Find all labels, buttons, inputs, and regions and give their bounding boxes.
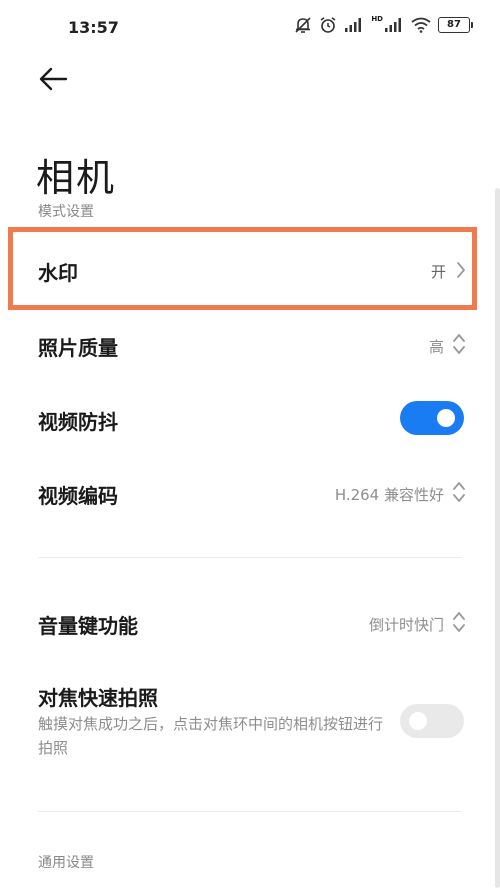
divider [38, 557, 462, 558]
signal-hd-icon [384, 17, 404, 33]
wifi-icon [411, 17, 431, 33]
stabilization-label: 视频防抖 [38, 410, 118, 434]
watermark-row[interactable]: 水印 开 [0, 232, 500, 306]
mute-bell-icon [294, 16, 312, 34]
chevron-updown-icon [452, 610, 466, 638]
volume-key-value: 倒计时快门 [368, 616, 444, 634]
section-title-general: 通用设置 [38, 855, 94, 871]
status-time: 13:57 [68, 18, 119, 37]
toggle-knob [437, 409, 455, 427]
toggle-knob [409, 712, 427, 730]
chevron-right-icon [456, 261, 466, 283]
status-bar: 13:57 HD 87 [0, 0, 500, 56]
volume-key-label: 音量键功能 [38, 614, 138, 638]
focus-shoot-row: 对焦快速拍照 触摸对焦成功之后，点击对焦环中间的相机按钮进行拍照 [0, 672, 500, 772]
focus-shoot-toggle[interactable] [400, 704, 464, 738]
divider [38, 811, 462, 812]
video-codec-row[interactable]: 视频编码 H.264 兼容性好 [0, 458, 500, 528]
page-title: 相机 [36, 156, 117, 201]
video-codec-value: H.264 兼容性好 [334, 486, 444, 504]
photo-quality-value: 高 [428, 338, 444, 356]
stabilization-toggle[interactable] [400, 401, 464, 435]
stabilization-row: 视频防抖 [0, 384, 500, 454]
status-icons: HD 87 [294, 15, 473, 34]
focus-shoot-label: 对焦快速拍照 [38, 686, 158, 710]
photo-quality-row[interactable]: 照片质量 高 [0, 310, 500, 380]
signal-icon [344, 17, 364, 33]
chevron-updown-icon [452, 480, 466, 508]
video-codec-label: 视频编码 [38, 484, 118, 508]
back-button[interactable] [34, 60, 74, 100]
battery-icon: 87 [438, 17, 473, 33]
section-title-mode: 模式设置 [38, 204, 94, 220]
chevron-updown-icon [452, 332, 466, 360]
hd-badge: HD [371, 15, 383, 23]
arrow-left-icon [39, 67, 68, 91]
alarm-clock-icon [319, 16, 337, 34]
watermark-value: 开 [430, 263, 446, 281]
volume-key-row[interactable]: 音量键功能 倒计时快门 [0, 588, 500, 658]
photo-quality-label: 照片质量 [38, 336, 118, 360]
watermark-label: 水印 [38, 261, 78, 285]
focus-shoot-description: 触摸对焦成功之后，点击对焦环中间的相机按钮进行拍照 [38, 715, 384, 757]
